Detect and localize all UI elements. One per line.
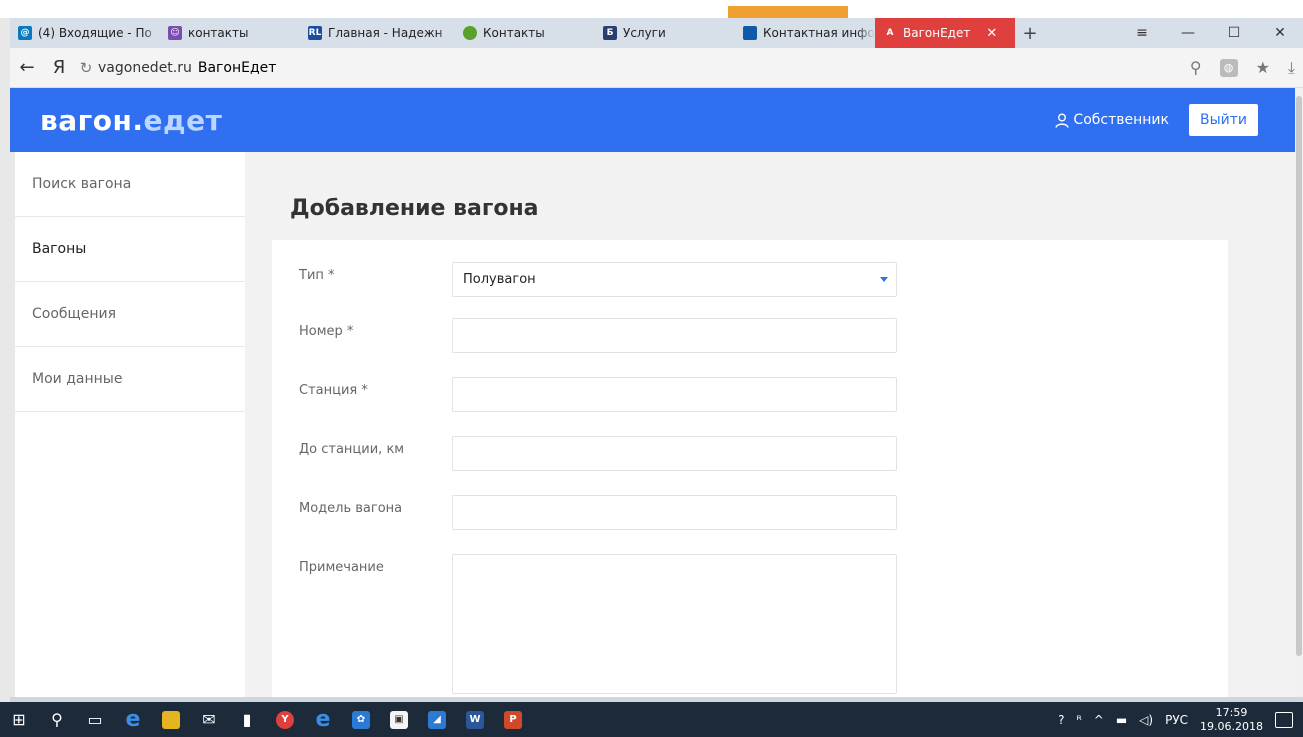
logout-button[interactable]: Выйти <box>1188 104 1258 136</box>
tab-services[interactable]: Б Услуги <box>595 18 735 48</box>
internet-explorer-icon[interactable]: e <box>304 702 342 737</box>
a-icon: A <box>883 26 897 40</box>
background-window-title <box>40 0 51 18</box>
notifications-icon[interactable] <box>1275 711 1293 728</box>
menu-icon[interactable]: ≡ <box>1119 25 1165 41</box>
app-blue-icon[interactable]: ◢ <box>418 702 456 737</box>
rl-icon: RL <box>308 26 322 40</box>
model-label: Модель вагона <box>299 501 403 516</box>
tab-main-page[interactable]: RL Главная - Надежн <box>300 18 455 48</box>
back-arrow-icon[interactable]: ← <box>10 57 44 78</box>
mail-icon: @ <box>18 26 32 40</box>
type-label: Тип * <box>299 268 335 283</box>
tab-contact-info[interactable]: Контактная инфо <box>735 18 875 48</box>
system-tray: ? ᴿ ^ ▬ ◁) РУС 17:59 19.06.2018 <box>1058 706 1303 734</box>
site-header: вагон.едет Собственник Выйти <box>10 88 1295 152</box>
volume-icon[interactable]: ◁) <box>1139 713 1153 727</box>
people-icon[interactable]: ᴿ <box>1077 713 1082 727</box>
store-icon[interactable]: ▣ <box>380 702 418 737</box>
model-input[interactable] <box>452 495 897 530</box>
browser-tabs-bar: @ (4) Входящие - По ☺ контакты RL Главна… <box>10 18 1303 48</box>
user-icon <box>1055 113 1070 128</box>
reload-icon[interactable]: ↻ <box>74 59 98 77</box>
taskbar-search-icon[interactable]: ⚲ <box>38 702 76 737</box>
page-title: Добавление вагона <box>290 196 539 221</box>
number-input[interactable] <box>452 318 897 353</box>
form-row-number: Номер * <box>299 318 899 353</box>
number-label: Номер * <box>299 324 354 339</box>
form-row-model: Модель вагона <box>299 495 899 530</box>
sidebar-item-my-data[interactable]: Мои данные <box>15 347 245 412</box>
site-icon <box>743 26 757 40</box>
clock-time: 17:59 <box>1215 705 1248 719</box>
note-label: Примечание <box>299 560 384 575</box>
tab-contacts-2[interactable]: Контакты <box>455 18 595 48</box>
type-select-value: Полувагон <box>463 272 536 287</box>
distance-input[interactable] <box>452 436 897 471</box>
sidebar-item-messages[interactable]: Сообщения <box>15 282 245 347</box>
document-icon[interactable]: ▮ <box>228 702 266 737</box>
window-controls: ≡ — ☐ ✕ <box>1119 18 1303 48</box>
type-select[interactable]: Полувагон <box>452 262 897 297</box>
sidebar-item-search-wagon[interactable]: Поиск вагона <box>15 152 245 217</box>
tray-expand-icon[interactable]: ^ <box>1094 713 1104 727</box>
add-wagon-form: Тип * Полувагон Номер * Станция * До ста… <box>272 240 1228 697</box>
download-icon[interactable]: ⤓ <box>1288 58 1295 78</box>
background-window-accent <box>728 6 848 18</box>
tab-vagonedet[interactable]: A ВагонЕдет ✕ <box>875 18 1015 48</box>
mail-app-icon[interactable]: ✉ <box>190 702 228 737</box>
scrollbar-thumb[interactable] <box>1296 96 1302 656</box>
contacts-icon: ☺ <box>168 26 182 40</box>
tab-contacts[interactable]: ☺ контакты <box>160 18 300 48</box>
clock[interactable]: 17:59 19.06.2018 <box>1200 706 1263 734</box>
language-indicator[interactable]: РУС <box>1165 713 1188 727</box>
background-window-strip <box>0 0 1303 18</box>
maximize-icon[interactable]: ☐ <box>1211 25 1257 41</box>
dropdown-caret-icon <box>880 277 888 282</box>
owner-link[interactable]: Собственник <box>1055 112 1169 128</box>
file-explorer-icon[interactable] <box>152 702 190 737</box>
word-icon[interactable]: W <box>456 702 494 737</box>
app-flower-icon[interactable]: ✿ <box>342 702 380 737</box>
yandex-icon[interactable]: Я <box>44 57 74 78</box>
protect-icon[interactable]: ◍ <box>1219 58 1238 77</box>
main-content: Добавление вагона Тип * Полувагон Номер … <box>245 152 1295 697</box>
minimize-icon[interactable]: — <box>1165 25 1211 41</box>
e-icon: Б <box>603 26 617 40</box>
close-tab-icon[interactable]: ✕ <box>986 26 997 41</box>
page-scrollbar[interactable] <box>1295 88 1303 697</box>
search-icon[interactable]: ⚲ <box>1190 58 1202 77</box>
close-window-icon[interactable]: ✕ <box>1257 25 1303 41</box>
form-row-note: Примечание <box>299 554 899 694</box>
sidebar-item-wagons[interactable]: Вагоны <box>15 217 245 282</box>
yandex-browser-icon[interactable]: Y <box>266 702 304 737</box>
powerpoint-icon[interactable]: P <box>494 702 532 737</box>
help-icon[interactable]: ? <box>1058 713 1064 727</box>
form-row-station: Станция * <box>299 377 899 412</box>
leaf-icon <box>463 26 477 40</box>
distance-label: До станции, км <box>299 442 405 457</box>
edge-icon[interactable]: e <box>114 702 152 737</box>
station-input[interactable] <box>452 377 897 412</box>
task-view-icon[interactable]: ▭ <box>76 702 114 737</box>
station-label: Станция * <box>299 383 368 398</box>
clock-date: 19.06.2018 <box>1200 719 1263 733</box>
address-actions: ⚲ ◍ ★ ⤓ <box>1190 58 1303 78</box>
note-textarea[interactable] <box>452 554 897 694</box>
address-page-title[interactable]: ВагонЕдет <box>198 60 277 76</box>
bookmark-star-icon[interactable]: ★ <box>1256 58 1270 77</box>
new-tab-button[interactable]: + <box>1015 18 1045 48</box>
form-row-type: Тип * Полувагон <box>299 262 899 297</box>
tab-inbox[interactable]: @ (4) Входящие - По <box>10 18 160 48</box>
address-domain[interactable]: vagonedet.ru <box>98 60 192 76</box>
form-row-distance: До станции, км <box>299 436 899 471</box>
windows-taskbar: ⊞ ⚲ ▭ e ✉ ▮ Y e ✿ ▣ ◢ W P ? ᴿ ^ ▬ ◁) РУС… <box>0 702 1303 737</box>
start-windows-icon[interactable]: ⊞ <box>0 702 38 737</box>
address-bar: ← Я ↻ vagonedet.ru ВагонЕдет ⚲ ◍ ★ ⤓ <box>10 48 1303 88</box>
site-logo[interactable]: вагон.едет <box>40 104 222 137</box>
header-actions: Собственник Выйти <box>1055 104 1258 136</box>
network-icon[interactable]: ▬ <box>1116 713 1127 727</box>
sidebar: Поиск вагона Вагоны Сообщения Мои данные <box>15 152 245 697</box>
